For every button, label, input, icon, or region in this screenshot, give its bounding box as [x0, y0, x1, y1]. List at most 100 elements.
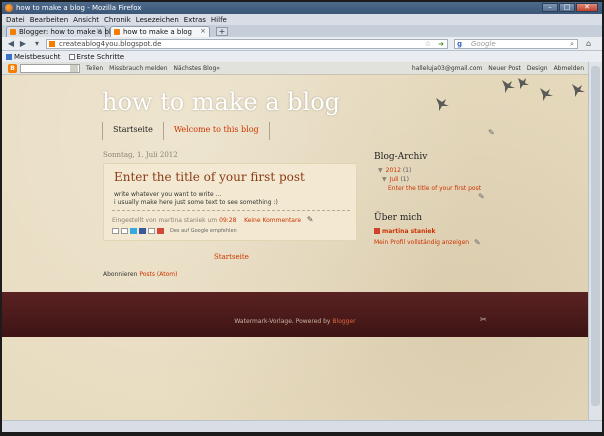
twitter-share-icon[interactable]	[130, 228, 137, 234]
home-icon[interactable]: ⌂	[586, 39, 598, 49]
post-comments-link[interactable]: Keine Kommentare	[244, 217, 301, 224]
blogger-favicon-icon	[10, 29, 16, 35]
facebook-share-icon[interactable]	[139, 228, 146, 234]
menu-bar: Datei Bearbeiten Ansicht Chronik Lesezei…	[2, 14, 602, 25]
bookmark-erste-schritte[interactable]: Erste Schritte	[68, 53, 124, 61]
blogthis-share-icon[interactable]	[121, 228, 128, 234]
post-date: Sonntag, 1. Juli 2012	[103, 151, 178, 159]
post-body-line: i usually make here just some text to se…	[114, 199, 278, 206]
bookmark-label: Meistbesucht	[14, 52, 61, 61]
url-text: createablog4you.blogspot.de	[59, 40, 162, 48]
tab-how-to-make-a-blog[interactable]: how to make a blog ×	[110, 26, 210, 37]
tab-close-icon[interactable]: ×	[200, 27, 206, 35]
archive-post-link[interactable]: Enter the title of your first post	[388, 185, 481, 192]
url-bar[interactable]: createablog4you.blogspot.de ☆ ➜	[46, 39, 448, 49]
search-magnifier-icon[interactable]: ⌕	[570, 40, 574, 49]
folder-icon	[6, 53, 12, 60]
vertical-scrollbar[interactable]	[588, 62, 602, 420]
maximize-button[interactable]: □	[559, 3, 575, 12]
edit-widget-icon[interactable]: ✎	[474, 238, 481, 247]
edit-widget-icon[interactable]: ✎	[478, 192, 485, 201]
next-blog-link[interactable]: Nächstes Blog»	[174, 65, 220, 72]
account-email: halleluja03@gmail.com	[411, 65, 483, 72]
new-tab-button[interactable]: +	[216, 27, 228, 36]
tools-icon[interactable]: ✂	[480, 315, 487, 324]
post-body-line: write whatever you want to write ...	[114, 191, 222, 198]
footer-attribution: Watermark-Vorlage. Powered by Blogger	[2, 318, 588, 325]
blogger-link[interactable]: Blogger	[332, 318, 355, 325]
email-share-icon[interactable]	[112, 228, 119, 234]
tab-label: how to make a blog	[123, 28, 192, 36]
design-link[interactable]: Design	[527, 65, 548, 72]
menu-hilfe[interactable]: Hilfe	[211, 16, 227, 24]
archive-year[interactable]: ▼ 2012 (1)	[378, 167, 411, 174]
atom-feed-link[interactable]: Posts (Atom)	[139, 271, 177, 278]
menu-chronik[interactable]: Chronik	[104, 16, 131, 24]
scrollbar-thumb[interactable]	[591, 66, 600, 406]
post-meta: Eingestellt von martina staniek um 09:28…	[112, 215, 350, 224]
navigation-toolbar: ◀ ▶ ▾ createablog4you.blogspot.de ☆ ➜ g …	[2, 37, 602, 51]
menu-lesezeichen[interactable]: Lesezeichen	[136, 16, 179, 24]
birds-icon	[436, 78, 585, 111]
profile-name[interactable]: martina staniek	[382, 228, 435, 235]
archive-year-label[interactable]: 2012	[386, 167, 401, 174]
home-link[interactable]: Startseite	[214, 253, 249, 261]
archive-month[interactable]: ▼ Juli (1)	[382, 176, 409, 183]
page-content: B Teilen Missbrauch melden Nächstes Blog…	[2, 62, 588, 420]
window-title: how to make a blog - Mozilla Firefox	[16, 4, 142, 12]
tab-bar: Blogger: how to make a blog... × how to …	[2, 25, 602, 37]
new-post-link[interactable]: Neuer Post	[488, 65, 521, 72]
search-bar[interactable]: g Google ⌕	[454, 39, 578, 49]
menu-ansicht[interactable]: Ansicht	[73, 16, 99, 24]
blogger-navbar-links: Teilen Missbrauch melden Nächstes Blog»	[86, 65, 220, 72]
menu-datei[interactable]: Datei	[6, 16, 25, 24]
bookmark-star-icon[interactable]: ☆	[425, 40, 431, 48]
archive-count: (1)	[402, 167, 412, 174]
archive-month-label[interactable]: Juli	[390, 176, 399, 183]
bookmark-meistbesucht[interactable]: Meistbesucht	[6, 53, 61, 61]
share-link[interactable]: Teilen	[86, 65, 103, 72]
close-button[interactable]: ✕	[576, 3, 598, 12]
post-title[interactable]: Enter the title of your first post	[114, 170, 305, 184]
tab-close-icon[interactable]: ×	[96, 27, 102, 35]
google-icon[interactable]: g	[457, 40, 462, 48]
post-author-prefix: Eingestellt von martina staniek um	[112, 217, 218, 224]
page-icon	[68, 53, 75, 60]
minimize-button[interactable]: –	[542, 3, 558, 12]
page-tab-welcome[interactable]: Welcome to this blog	[162, 122, 270, 140]
expand-triangle-icon[interactable]: ▼	[378, 167, 383, 174]
subscribe-prefix: Abonnieren	[103, 271, 138, 278]
google-plus-one-icon[interactable]	[157, 228, 164, 234]
post-body: write whatever you want to write ... i u…	[114, 191, 278, 207]
pages-navigation: Startseite Welcome to this blog	[102, 122, 270, 140]
blog-search-button[interactable]	[70, 65, 78, 72]
profile-name-link[interactable]: martina staniek	[374, 228, 435, 235]
footer-text: Watermark-Vorlage. Powered by	[234, 318, 331, 325]
page-footer: Watermark-Vorlage. Powered by Blogger ✂	[2, 292, 588, 337]
menu-bearbeiten[interactable]: Bearbeiten	[30, 16, 68, 24]
dropdown-icon[interactable]: ▾	[32, 39, 42, 49]
full-profile-link[interactable]: Mein Profil vollständig anzeigen	[374, 239, 469, 246]
blogger-favicon-icon	[114, 29, 120, 35]
search-placeholder: Google	[471, 40, 496, 48]
reload-icon[interactable]: ➜	[438, 40, 444, 48]
buzz-share-icon[interactable]	[148, 228, 155, 234]
subscribe-feed: Abonnieren Posts (Atom)	[103, 271, 177, 278]
back-arrow-icon[interactable]: ◀	[6, 39, 16, 49]
report-abuse-link[interactable]: Missbrauch melden	[109, 65, 167, 72]
tab-blogger[interactable]: Blogger: how to make a blog... ×	[6, 26, 126, 37]
sign-out-link[interactable]: Abmelden	[554, 65, 584, 72]
page-tab-startseite[interactable]: Startseite	[102, 122, 163, 140]
menu-extras[interactable]: Extras	[184, 16, 206, 24]
status-bar	[2, 420, 602, 432]
blog-title[interactable]: how to make a blog	[102, 88, 340, 116]
forward-arrow-icon[interactable]: ▶	[18, 39, 28, 49]
edit-widget-icon[interactable]: ✎	[488, 128, 495, 137]
edit-post-icon[interactable]: ✎	[307, 215, 314, 224]
blogger-logo-icon[interactable]: B	[8, 64, 17, 73]
archive-widget-title: Blog-Archiv	[374, 152, 428, 162]
post-footer: Eingestellt von martina staniek um 09:28…	[112, 210, 350, 224]
post-time-link[interactable]: 09:28	[219, 217, 236, 224]
expand-triangle-icon[interactable]: ▼	[382, 176, 387, 183]
window-controls: – □ ✕	[542, 3, 598, 12]
